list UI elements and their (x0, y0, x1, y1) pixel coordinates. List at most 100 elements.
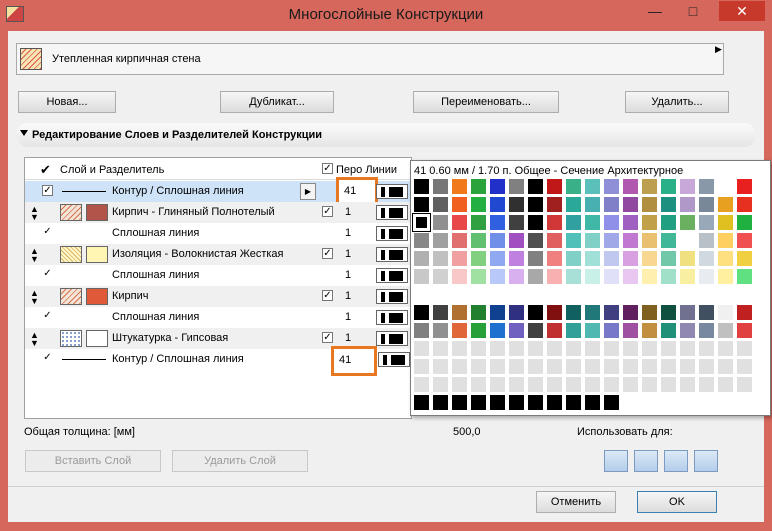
pen-swatch[interactable] (451, 358, 468, 375)
pen-swatch[interactable] (432, 394, 449, 411)
pen-swatch[interactable] (546, 376, 563, 393)
pen-swatch[interactable] (717, 268, 734, 285)
pen-weight-icon[interactable] (376, 310, 408, 325)
pen-swatch[interactable] (584, 250, 601, 267)
pen-swatch[interactable] (432, 214, 449, 231)
pen-swatch[interactable] (489, 394, 506, 411)
pen-swatch[interactable] (660, 376, 677, 393)
pen-swatch[interactable] (584, 340, 601, 357)
layer-color-swatch[interactable] (86, 330, 108, 347)
pen-swatch[interactable] (698, 358, 715, 375)
pen-swatch[interactable] (489, 232, 506, 249)
pen-swatch[interactable] (527, 304, 544, 321)
table-row[interactable] (25, 223, 411, 244)
pen-swatch[interactable] (622, 394, 639, 411)
pen-swatch[interactable] (603, 340, 620, 357)
pen-number[interactable]: 1 (345, 290, 351, 302)
pen-swatch[interactable] (527, 232, 544, 249)
pen-swatch[interactable] (489, 250, 506, 267)
separator-checkbox[interactable]: ✓ (42, 227, 53, 238)
pen-swatch[interactable] (660, 232, 677, 249)
pen-swatch[interactable] (565, 340, 582, 357)
layer-color-swatch[interactable] (86, 204, 108, 221)
pen-swatch[interactable] (527, 340, 544, 357)
pen-swatch[interactable] (603, 376, 620, 393)
pen-swatch[interactable] (508, 358, 525, 375)
table-row[interactable] (25, 286, 411, 307)
line-type-popup-button[interactable]: ▶ (300, 183, 316, 200)
pen-swatch[interactable] (717, 232, 734, 249)
pen-number[interactable]: 1 (345, 332, 351, 344)
triangle-right-icon[interactable]: ▶ (715, 44, 722, 55)
pen-swatch[interactable] (717, 322, 734, 339)
pen-swatch[interactable] (641, 322, 658, 339)
layer-checkbox[interactable]: ✓ (322, 290, 333, 301)
pen-swatch[interactable] (546, 322, 563, 339)
pen-swatch[interactable] (470, 178, 487, 195)
new-button[interactable]: Новая... (18, 91, 116, 113)
pen-swatch[interactable] (508, 376, 525, 393)
pen-swatch[interactable] (584, 322, 601, 339)
pen-swatch[interactable] (527, 268, 544, 285)
pen-swatch[interactable] (565, 232, 582, 249)
pen-swatch[interactable] (660, 268, 677, 285)
duplicate-button[interactable]: Дубликат... (220, 91, 334, 113)
layer-checkbox[interactable]: ✓ (322, 332, 333, 343)
pen-swatch[interactable] (603, 178, 620, 195)
pen-swatch[interactable] (565, 394, 582, 411)
pen-swatch[interactable] (413, 376, 430, 393)
pen-swatch[interactable] (546, 394, 563, 411)
pen-number[interactable]: 1 (345, 311, 351, 323)
pen-swatch[interactable] (584, 394, 601, 411)
layer-hatch-swatch[interactable] (60, 288, 82, 305)
pen-swatch[interactable] (470, 250, 487, 267)
pen-weight-icon[interactable] (376, 289, 408, 304)
pen-swatch[interactable] (432, 358, 449, 375)
pen-swatch[interactable] (698, 304, 715, 321)
pen-swatch[interactable] (565, 178, 582, 195)
pen-swatch[interactable] (660, 358, 677, 375)
pen-swatch[interactable] (470, 322, 487, 339)
pen-number[interactable]: 1 (345, 227, 351, 239)
pen-swatch[interactable] (470, 214, 487, 231)
pen-swatch[interactable] (451, 340, 468, 357)
pen-swatch[interactable] (546, 232, 563, 249)
pen-swatch[interactable] (546, 304, 563, 321)
pen-swatch[interactable] (565, 250, 582, 267)
table-row[interactable] (25, 265, 411, 286)
pen-swatch[interactable] (470, 358, 487, 375)
pen-swatch[interactable] (508, 250, 525, 267)
layer-color-swatch[interactable] (86, 288, 108, 305)
pen-swatch[interactable] (546, 268, 563, 285)
layer-hatch-swatch[interactable] (60, 246, 82, 263)
shell-tool-icon[interactable] (694, 450, 718, 472)
separator-checkbox[interactable]: ✓ (42, 311, 53, 322)
pen-weight-icon[interactable] (376, 247, 408, 262)
pen-swatch[interactable] (489, 268, 506, 285)
pen-swatch[interactable] (489, 178, 506, 195)
pen-swatch[interactable] (508, 232, 525, 249)
pen-swatch[interactable] (546, 358, 563, 375)
pen-swatch[interactable] (679, 394, 696, 411)
pen-swatch[interactable] (717, 358, 734, 375)
pen-swatch[interactable] (413, 250, 430, 267)
pen-swatch[interactable] (451, 178, 468, 195)
pen-swatch[interactable] (413, 196, 430, 213)
pen-swatch[interactable] (641, 358, 658, 375)
pen-swatch[interactable] (489, 196, 506, 213)
pen-swatch[interactable] (527, 196, 544, 213)
separator-checkbox[interactable]: ✓ (42, 185, 53, 196)
pen-swatch[interactable] (489, 214, 506, 231)
pen-swatch[interactable] (603, 250, 620, 267)
pen-swatch[interactable] (717, 376, 734, 393)
pen-swatch[interactable] (698, 196, 715, 213)
pen-number[interactable]: 41 (331, 346, 377, 376)
pen-swatch[interactable] (736, 250, 753, 267)
pen-swatch[interactable] (584, 268, 601, 285)
roof-tool-icon[interactable] (664, 450, 688, 472)
pen-swatch[interactable] (451, 232, 468, 249)
pen-swatch[interactable] (527, 250, 544, 267)
pen-swatch[interactable] (660, 322, 677, 339)
pen-swatch[interactable] (717, 340, 734, 357)
pen-swatch[interactable] (736, 394, 753, 411)
